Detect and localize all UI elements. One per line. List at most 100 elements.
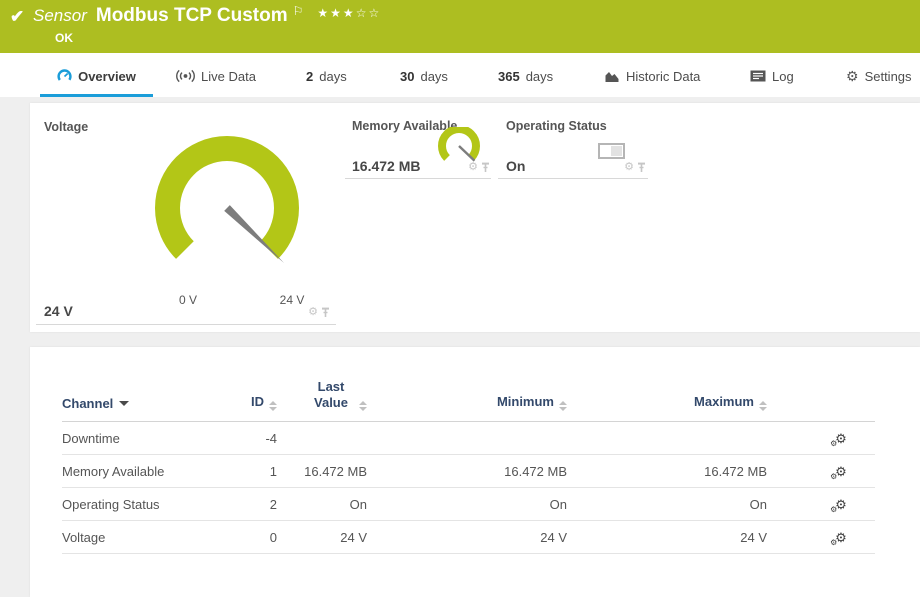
channel-name-cell[interactable]: Operating Status [62,488,222,521]
channel-name-cell[interactable]: Downtime [62,422,222,455]
channel-gear-icon[interactable]: ⚙ [308,307,318,318]
sort-arrows-icon [559,401,567,411]
column-header-maximum[interactable]: Maximum [567,373,767,422]
pin-icon[interactable] [637,162,646,173]
stars-filled: ★★★ [317,6,355,20]
tab-historic-data[interactable]: Historic Data [604,65,700,97]
tab-log-label: Log [772,69,794,84]
edit-channel-gears-icon[interactable]: ⚙⚙ [835,431,847,446]
edit-channel-gears-icon[interactable]: ⚙⚙ [835,530,847,545]
tab-live-data-label: Live Data [201,69,256,84]
voltage-value: 24 V [44,303,73,319]
channel-actions-cell: ⚙⚙ [767,521,875,554]
tab-settings-label: Settings [865,69,912,84]
tab-live-data[interactable]: Live Data [176,65,256,97]
column-header-channel[interactable]: Channel [62,373,222,422]
voltage-gauge-tile: Voltage 0 V 24 V 24 V ⚙ [36,111,336,325]
voltage-tile-actions: ⚙ [308,307,330,318]
maximum-header-label: Maximum [694,394,754,409]
sort-caret-down-icon [119,401,129,406]
maximum-cell: 16.472 MB [567,455,767,488]
channel-table-panel: Channel ID Last Value Minimum Maximum Do… [30,347,920,597]
channel-actions-cell: ⚙⚙ [767,455,875,488]
voltage-scale-max: 24 V [267,293,317,307]
channel-gear-icon[interactable]: ⚙ [468,162,478,173]
channel-header-label: Channel [62,396,113,411]
sort-arrows-icon [359,401,367,411]
column-header-id[interactable]: ID [222,373,277,422]
channel-id-cell: 2 [222,488,277,521]
area-chart-icon [604,70,620,83]
tab-2-days-label: days [319,69,346,84]
voltage-scale-min: 0 V [163,293,213,307]
minimum-header-label: Minimum [497,394,554,409]
maximum-cell: 24 V [567,521,767,554]
page-title: Modbus TCP Custom [96,5,288,27]
voltage-gauge [142,124,312,299]
last-value-cell: On [277,488,367,521]
last-value-cell: 24 V [277,521,367,554]
memory-tile-actions: ⚙ [468,162,490,173]
memory-gauge-tile: Memory Available 16.472 MB ⚙ [345,111,491,179]
priority-flag-icon[interactable]: ⚐ [293,4,304,18]
pin-icon[interactable] [321,307,330,318]
table-header-row: Channel ID Last Value Minimum Maximum [62,373,875,422]
status-badge: OK [55,31,73,45]
channel-actions-cell: ⚙⚙ [767,422,875,455]
operating-tile-title: Operating Status [506,119,607,133]
memory-value: 16.472 MB [352,158,420,174]
tab-30-days[interactable]: 30 days [400,65,448,97]
log-list-icon [750,70,766,82]
edit-channel-gears-icon[interactable]: ⚙⚙ [835,464,847,479]
minimum-cell: On [367,488,567,521]
channel-table: Channel ID Last Value Minimum Maximum Do… [62,373,875,554]
column-header-actions [767,373,875,422]
stars-empty: ☆☆ [356,6,382,20]
gauge-icon [57,69,72,84]
tab-365-days-number: 365 [498,69,520,84]
tab-365-days-label: days [526,69,553,84]
column-header-last-value[interactable]: Last Value [277,373,367,422]
channel-id-cell: 0 [222,521,277,554]
content-area: Voltage 0 V 24 V 24 V ⚙ Memory Available [0,97,920,597]
table-row: Voltage 0 24 V 24 V 24 V ⚙⚙ [62,521,875,554]
tab-30-days-number: 30 [400,69,414,84]
sensor-header: ✔ Sensor Modbus TCP Custom ⚐ ★★★☆☆ OK [0,0,920,53]
minimum-cell [367,422,567,455]
pin-icon[interactable] [481,162,490,173]
voltage-tile-title: Voltage [44,120,88,134]
last-value-header-label: Last Value [308,379,354,411]
tab-bar: Overview Live Data 2 days 30 days 365 da… [0,53,920,97]
channel-gear-icon[interactable]: ⚙ [624,162,634,173]
live-signal-icon [176,69,195,83]
tab-overview[interactable]: Overview [40,65,153,97]
channel-id-cell: -4 [222,422,277,455]
tab-2-days-number: 2 [306,69,313,84]
object-kind-label: Sensor [33,5,87,27]
channel-actions-cell: ⚙⚙ [767,488,875,521]
operating-status-tile: Operating Status On ⚙ [498,111,648,179]
last-value-cell: 16.472 MB [277,455,367,488]
channel-name-cell[interactable]: Voltage [62,521,222,554]
toggle-switch-icon [598,143,625,159]
column-header-minimum[interactable]: Minimum [367,373,567,422]
prtg-sensor-page: ✔ Sensor Modbus TCP Custom ⚐ ★★★☆☆ OK Ov… [0,0,920,597]
tab-log[interactable]: Log [750,65,794,97]
maximum-cell: On [567,488,767,521]
minimum-cell: 24 V [367,521,567,554]
table-row: Operating Status 2 On On On ⚙⚙ [62,488,875,521]
table-row: Memory Available 1 16.472 MB 16.472 MB 1… [62,455,875,488]
tab-2-days[interactable]: 2 days [306,65,347,97]
gauges-panel: Voltage 0 V 24 V 24 V ⚙ Memory Available [30,103,920,332]
priority-stars[interactable]: ★★★☆☆ [317,6,381,20]
toggle-knob [611,146,622,156]
operating-value: On [506,158,525,174]
sensor-title-row: Sensor Modbus TCP Custom ⚐ ★★★☆☆ [33,5,381,27]
channel-id-cell: 1 [222,455,277,488]
edit-channel-gears-icon[interactable]: ⚙⚙ [835,497,847,512]
operating-tile-actions: ⚙ [624,162,646,173]
tab-settings[interactable]: ⚙ Settings [846,65,912,97]
tab-365-days[interactable]: 365 days [498,65,553,97]
minimum-cell: 16.472 MB [367,455,567,488]
channel-name-cell[interactable]: Memory Available [62,455,222,488]
